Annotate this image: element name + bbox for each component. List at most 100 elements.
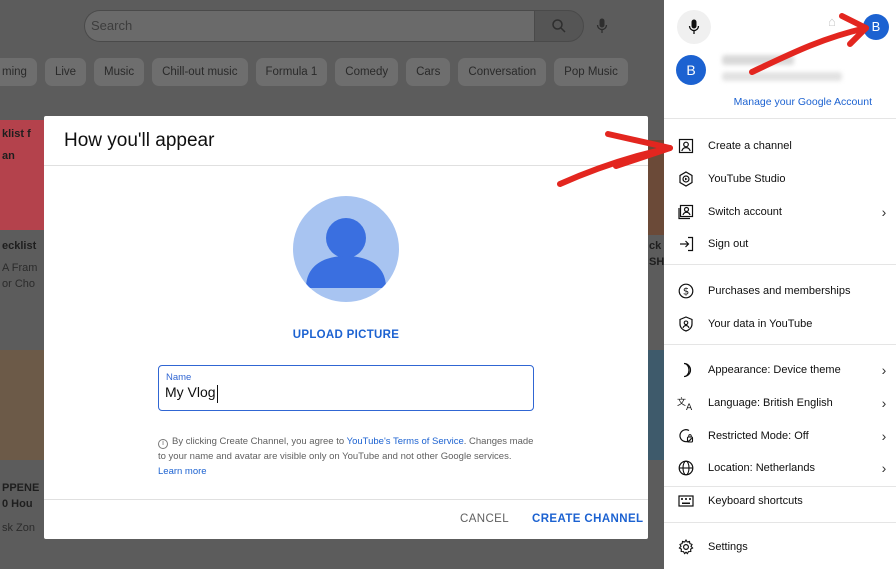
chip[interactable]: Pop Music bbox=[554, 58, 628, 86]
chip[interactable]: Comedy bbox=[335, 58, 399, 86]
video-thumbnail bbox=[0, 350, 50, 460]
video-title-fragment: an bbox=[2, 150, 15, 162]
menu-item-label: YouTube Studio bbox=[708, 173, 786, 185]
chevron-right-icon: › bbox=[881, 428, 887, 444]
moon-icon bbox=[676, 360, 696, 380]
chip[interactable]: ming bbox=[0, 58, 37, 86]
text-caret bbox=[217, 385, 218, 403]
chip[interactable]: Chill-out music bbox=[152, 58, 248, 86]
avatar-button[interactable]: B bbox=[863, 14, 889, 40]
menu-item-label: Appearance: Device theme bbox=[708, 364, 841, 376]
divider bbox=[664, 118, 896, 119]
search-icon bbox=[552, 19, 566, 33]
cancel-button[interactable]: CANCEL bbox=[460, 513, 509, 525]
search-button[interactable] bbox=[534, 10, 584, 42]
menu-item-sign-out[interactable]: Sign out bbox=[664, 229, 896, 259]
divider bbox=[44, 165, 648, 166]
search-input[interactable]: Search bbox=[84, 10, 534, 42]
chip[interactable]: Music bbox=[94, 58, 145, 86]
menu-item-settings[interactable]: Settings bbox=[664, 532, 896, 562]
chevron-right-icon: › bbox=[881, 395, 887, 411]
upload-picture-button[interactable]: UPLOAD PICTURE bbox=[44, 329, 648, 341]
voice-search-button[interactable] bbox=[588, 12, 616, 40]
menu-item-purchases[interactable]: $ Purchases and memberships bbox=[664, 276, 896, 306]
video-meta-fragment: or Cho bbox=[2, 278, 36, 290]
voice-search-button[interactable] bbox=[677, 10, 711, 44]
manage-google-account-link[interactable]: Manage your Google Account bbox=[664, 96, 896, 108]
terms-of-service-link[interactable]: YouTube's Terms of Service bbox=[347, 436, 464, 447]
name-field[interactable]: Name bbox=[158, 365, 534, 411]
menu-item-label: Restricted Mode: Off bbox=[708, 430, 809, 442]
gear-icon bbox=[676, 537, 696, 557]
notification-icon[interactable]: ⌂ bbox=[828, 14, 836, 29]
menu-item-label: Location: Netherlands bbox=[708, 462, 816, 474]
divider bbox=[664, 344, 896, 345]
divider bbox=[664, 522, 896, 523]
learn-more-link[interactable]: Learn more bbox=[158, 466, 207, 477]
account-menu: ⌂ B B Manage your Google Account Create … bbox=[664, 0, 896, 569]
create-channel-button[interactable]: CREATE CHANNEL bbox=[532, 513, 643, 525]
chip[interactable]: Conversation bbox=[458, 58, 547, 86]
name-input[interactable] bbox=[165, 384, 505, 400]
terms-notice: i By clicking Create Channel, you agree t… bbox=[158, 434, 538, 479]
mic-icon bbox=[688, 19, 700, 34]
svg-text:$: $ bbox=[683, 287, 689, 298]
globe-icon bbox=[676, 458, 696, 478]
menu-item-your-data[interactable]: Your data in YouTube bbox=[664, 309, 896, 339]
video-title-fragment: ecklist bbox=[2, 240, 37, 252]
menu-item-language[interactable]: 文A Language: British English › bbox=[664, 388, 896, 418]
divider bbox=[44, 499, 648, 500]
menu-item-switch-account[interactable]: Switch account › bbox=[664, 197, 896, 227]
avatar-placeholder[interactable] bbox=[293, 196, 399, 302]
menu-item-create-channel[interactable]: Create a channel bbox=[664, 131, 896, 161]
menu-item-label: Switch account bbox=[708, 206, 782, 218]
menu-item-location[interactable]: Location: Netherlands › bbox=[664, 453, 896, 483]
redacted-account-email bbox=[722, 72, 842, 81]
dialog-title: How you'll appear bbox=[64, 130, 215, 151]
menu-item-restricted-mode[interactable]: Restricted Mode: Off › bbox=[664, 421, 896, 451]
menu-item-keyboard-shortcuts[interactable]: Keyboard shortcuts bbox=[664, 486, 896, 516]
chevron-right-icon: › bbox=[881, 204, 887, 220]
dollar-icon: $ bbox=[676, 281, 696, 301]
menu-item-youtube-studio[interactable]: YouTube Studio bbox=[664, 164, 896, 194]
menu-item-label: Your data in YouTube bbox=[708, 318, 813, 330]
menu-item-appearance[interactable]: Appearance: Device theme › bbox=[664, 355, 896, 385]
category-chips: ming Live Music Chill-out music Formula … bbox=[0, 58, 664, 86]
divider bbox=[664, 264, 896, 265]
video-title-fragment: ck bbox=[649, 240, 662, 252]
switch-account-icon bbox=[676, 202, 696, 222]
chip[interactable]: Formula 1 bbox=[255, 58, 328, 86]
keyboard-icon bbox=[676, 491, 696, 511]
name-field-label: Name bbox=[166, 372, 192, 383]
menu-item-label: Settings bbox=[708, 541, 748, 553]
shield-person-icon bbox=[676, 314, 696, 334]
mic-icon bbox=[596, 18, 608, 33]
menu-item-label: Keyboard shortcuts bbox=[708, 495, 803, 507]
chip[interactable]: Live bbox=[44, 58, 87, 86]
menu-item-label: Purchases and memberships bbox=[708, 285, 851, 297]
restricted-icon bbox=[676, 426, 696, 446]
svg-text:A: A bbox=[686, 403, 693, 411]
video-title-fragment: SH bbox=[649, 256, 664, 268]
create-channel-dialog: How you'll appear UPLOAD PICTURE Name iB… bbox=[44, 116, 648, 539]
studio-icon bbox=[676, 169, 696, 189]
menu-item-label: Create a channel bbox=[708, 140, 792, 152]
video-title-fragment: 0 Hou bbox=[2, 498, 33, 510]
person-icon bbox=[676, 136, 696, 156]
video-meta-fragment: A Fram bbox=[2, 262, 38, 274]
menu-item-label: Language: British English bbox=[708, 397, 833, 409]
video-meta-fragment: sk Zon bbox=[2, 522, 36, 534]
notice-text: By clicking Create Channel, you agree to bbox=[172, 436, 347, 447]
video-title-fragment: PPENE bbox=[2, 482, 40, 494]
person-silhouette-icon bbox=[306, 218, 386, 288]
chip[interactable]: Cars bbox=[406, 58, 451, 86]
sign-out-icon bbox=[676, 234, 696, 254]
chevron-right-icon: › bbox=[881, 362, 887, 378]
translate-icon: 文A bbox=[676, 393, 696, 413]
avatar: B bbox=[676, 55, 706, 85]
redacted-account-name bbox=[722, 55, 794, 65]
svg-text:文: 文 bbox=[677, 396, 686, 408]
menu-item-label: Sign out bbox=[708, 238, 749, 250]
video-title-fragment: klist f bbox=[2, 128, 31, 140]
chevron-right-icon: › bbox=[881, 460, 887, 476]
